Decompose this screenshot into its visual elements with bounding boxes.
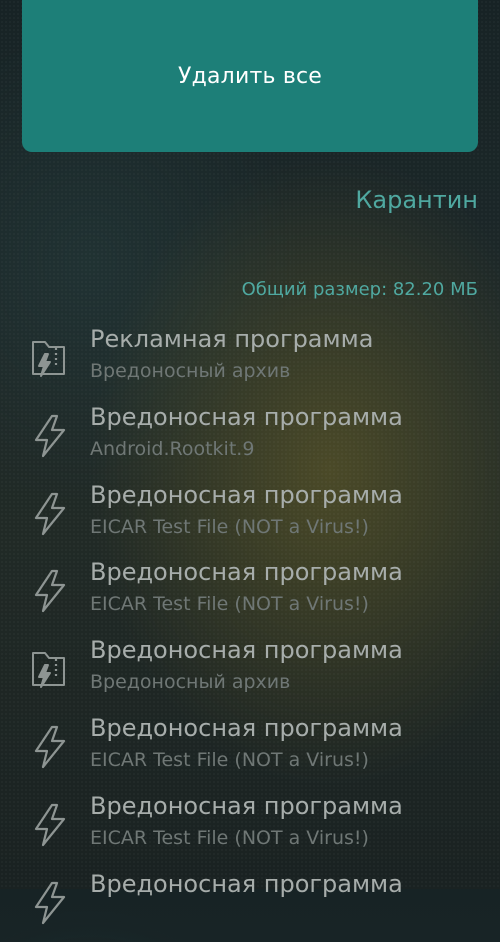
threat-item[interactable]: Вредоносная программа EICAR Test File (N…	[0, 553, 500, 631]
threat-title: Вредоносная программа	[90, 636, 403, 665]
archive-threat-icon	[30, 645, 70, 693]
delete-all-button[interactable]: Удалить все	[22, 0, 478, 152]
threat-list: Рекламная программа Вредоносный архив Вр…	[0, 320, 500, 942]
threat-item[interactable]: Рекламная программа Вредоносный архив	[0, 320, 500, 398]
threat-subtitle: EICAR Test File (NOT a Virus!)	[90, 593, 369, 616]
threat-item[interactable]: Вредоносная программа	[0, 865, 500, 942]
threat-subtitle: Вредоносный архив	[90, 360, 291, 382]
lightning-icon	[30, 723, 70, 771]
total-size-label: Общий размер: 82.20 МБ	[241, 279, 478, 300]
lightning-icon	[30, 490, 70, 538]
threat-item[interactable]: Вредоносная программа Android.Rootkit.9	[0, 398, 500, 476]
threat-subtitle: EICAR Test File (NOT a Virus!)	[90, 515, 369, 538]
threat-item[interactable]: Вредоносная программа EICAR Test File (N…	[0, 476, 500, 554]
lightning-icon	[30, 801, 70, 849]
threat-title: Вредоносная программа	[90, 869, 403, 898]
lightning-icon	[30, 412, 70, 460]
threat-title: Вредоносная программа	[90, 558, 403, 587]
threat-subtitle: EICAR Test File (NOT a Virus!)	[90, 748, 369, 771]
archive-threat-icon	[30, 334, 70, 382]
threat-item[interactable]: Вредоносная программа EICAR Test File (N…	[0, 709, 500, 787]
threat-item[interactable]: Вредоносная программа EICAR Test File (N…	[0, 787, 500, 865]
section-title: Карантин	[355, 186, 478, 214]
threat-subtitle: Вредоносный архив	[90, 671, 291, 694]
threat-title: Рекламная программа	[90, 325, 374, 353]
lightning-icon	[30, 879, 70, 927]
threat-item[interactable]: Вредоносная программа Вредоносный архив	[0, 631, 500, 709]
threat-title: Вредоносная программа	[90, 791, 403, 820]
threat-title: Вредоносная программа	[90, 713, 403, 742]
threat-subtitle: Android.Rootkit.9	[90, 437, 255, 460]
threat-title: Вредоносная программа	[90, 402, 403, 431]
threat-subtitle: EICAR Test File (NOT a Virus!)	[90, 826, 369, 849]
threat-title: Вредоносная программа	[90, 480, 403, 509]
lightning-icon	[30, 567, 70, 615]
